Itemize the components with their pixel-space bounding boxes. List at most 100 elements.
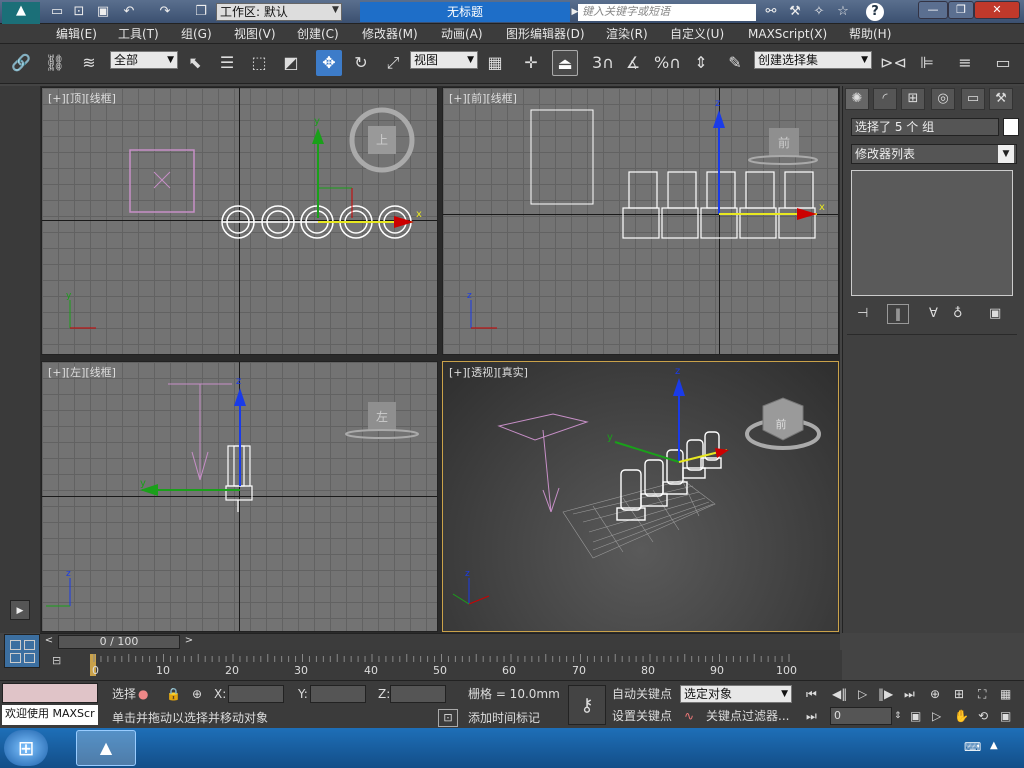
selection-name-field[interactable]: 选择了 5 个 组 xyxy=(851,118,999,136)
set-key-button[interactable]: 设置关键点 xyxy=(612,707,672,725)
layer-manager-icon[interactable]: ≡ xyxy=(952,50,978,76)
current-frame-field[interactable]: 0 xyxy=(830,707,892,725)
window-crossing-icon[interactable]: ◩ xyxy=(278,50,304,76)
add-time-tag-label[interactable]: 添加时间标记 xyxy=(468,709,540,727)
selection-filter-dropdown[interactable]: 全部 ▼ xyxy=(110,51,178,69)
select-and-rotate-icon[interactable]: ↻ xyxy=(348,50,374,76)
key-filters-icon[interactable]: ∿ xyxy=(684,707,694,725)
menu-edit[interactable]: 编辑(E) xyxy=(56,26,97,42)
new-file-icon[interactable]: ▭ xyxy=(48,3,66,21)
isolate-bulb-icon[interactable]: ● xyxy=(138,685,148,703)
go-to-end-icon[interactable]: ⏭ xyxy=(904,685,915,703)
remove-modifier-icon[interactable]: ♁ xyxy=(953,306,963,321)
maximize-viewport-icon[interactable]: ▣ xyxy=(1000,707,1011,725)
exchange-icon[interactable]: ✧ xyxy=(810,3,828,21)
add-time-tag-icon[interactable]: ⊡ xyxy=(438,709,458,727)
next-key-icon[interactable]: ‖▶ xyxy=(878,685,893,703)
zoom-region-icon[interactable]: ⛶ xyxy=(978,685,986,703)
help-icon[interactable]: ? xyxy=(866,3,884,21)
go-to-start-icon[interactable]: ⏮ xyxy=(806,685,817,703)
utilities-tab-icon[interactable]: ⚒ xyxy=(989,88,1013,110)
next-frame-icon[interactable]: > xyxy=(182,635,196,649)
viewport-left[interactable]: [+][左][线框] y z 左 z xyxy=(41,361,438,632)
redo-icon[interactable]: ↷ xyxy=(156,3,174,21)
pivot-center-icon[interactable]: ▦ xyxy=(482,50,508,76)
viewport-front[interactable]: [+][前][线框] x z 前 z xyxy=(442,87,839,355)
edit-named-selection-icon[interactable]: ✎ xyxy=(722,50,748,76)
mirror-icon[interactable]: ⊳⊲ xyxy=(880,50,907,76)
keyboard-tray-icon[interactable]: ⌨ xyxy=(964,740,981,754)
modifier-list-dropdown[interactable]: 修改器列表 ▼ xyxy=(851,144,1017,164)
play-expand-icon[interactable]: ▶ xyxy=(10,600,30,620)
play-icon[interactable]: ▷ xyxy=(858,685,867,703)
viewport-layout-icon[interactable] xyxy=(4,634,40,668)
make-unique-icon[interactable]: ∀ xyxy=(929,306,938,321)
viewcube-ring[interactable] xyxy=(345,429,419,439)
toggle-ribbon-icon[interactable]: ▭ xyxy=(990,50,1016,76)
viewport-top[interactable]: [+][顶][线框] x y 上 y xyxy=(41,87,438,355)
time-slider-thumb[interactable]: 0 / 100 xyxy=(58,635,180,649)
select-by-name-icon[interactable]: ☰ xyxy=(214,50,240,76)
key-filters-button[interactable]: 关键点过滤器... xyxy=(706,707,789,725)
track-bar[interactable]: ⊟ 0 10 20 30 40 50 60 70 80 90 100 xyxy=(0,634,842,680)
taskbar-3dsmax-icon[interactable]: ▲ xyxy=(76,730,136,766)
frame-spinner-icon[interactable]: ⇕ xyxy=(894,707,902,725)
reference-coordinate-dropdown[interactable]: 视图 ▼ xyxy=(410,51,478,69)
menu-create[interactable]: 创建(C) xyxy=(297,26,339,42)
spinner-snap-icon[interactable]: ⇕ xyxy=(688,50,714,76)
manipulate-icon[interactable]: ✛ xyxy=(518,50,544,76)
zoom-extents-all-icon[interactable]: ▦ xyxy=(1000,685,1011,703)
workspace-dropdown[interactable]: 工作区: 默认 xyxy=(216,3,342,21)
favorites-star-icon[interactable]: ☆ xyxy=(834,3,852,21)
modifier-stack[interactable] xyxy=(851,170,1013,296)
tray-expand-icon[interactable]: ▲ xyxy=(990,740,998,751)
zoom-all-icon[interactable]: ⊞ xyxy=(954,685,964,703)
start-button-icon[interactable]: ⊞ xyxy=(4,730,48,766)
save-icon[interactable]: ▣ xyxy=(94,3,112,21)
object-color-swatch[interactable] xyxy=(1003,118,1019,136)
select-and-scale-icon[interactable]: ⤢ xyxy=(380,50,406,76)
auto-key-button[interactable]: 自动关键点 xyxy=(612,685,672,703)
menu-animation[interactable]: 动画(A) xyxy=(441,26,483,42)
percent-snap-icon[interactable]: %∩ xyxy=(654,50,681,76)
menu-rendering[interactable]: 渲染(R) xyxy=(606,26,648,42)
binoculars-icon[interactable]: ⚯ xyxy=(762,3,780,21)
pan-hand-icon[interactable]: ✋ xyxy=(954,707,969,725)
undo-icon[interactable]: ↶ xyxy=(120,3,138,21)
menu-modifiers[interactable]: 修改器(M) xyxy=(362,26,418,42)
viewport-perspective[interactable]: [+][透视][真实] y z 前 z xyxy=(442,361,839,632)
maxscript-input[interactable]: 欢迎使用 MAXScr xyxy=(2,705,98,725)
configure-modifier-sets-icon[interactable]: ▣ xyxy=(989,306,1001,321)
set-key-icon[interactable]: ⚷ xyxy=(568,685,606,725)
create-tab-icon[interactable]: ✺ xyxy=(845,88,869,110)
maxscript-listener-mini[interactable] xyxy=(2,683,98,703)
modify-tab-icon[interactable]: ◜ xyxy=(873,88,897,110)
bind-space-warp-icon[interactable]: ≋ xyxy=(76,50,102,76)
absolute-mode-icon[interactable]: ⊕ xyxy=(192,685,202,703)
menu-graph-editors[interactable]: 图形编辑器(D) xyxy=(506,26,585,42)
hierarchy-tab-icon[interactable]: ⊞ xyxy=(901,88,925,110)
menu-group[interactable]: 组(G) xyxy=(181,26,212,42)
rect-selection-icon[interactable]: ⬚ xyxy=(246,50,272,76)
search-input[interactable]: 键入关键字或短语 xyxy=(578,4,756,21)
z-coord-field[interactable] xyxy=(390,685,446,703)
app-logo-icon[interactable]: ▲ xyxy=(2,2,40,24)
field-of-view-icon[interactable]: ▷ xyxy=(932,707,941,725)
selection-lock-icon[interactable]: 🔒 xyxy=(166,685,181,703)
display-tab-icon[interactable]: ▭ xyxy=(961,88,985,110)
show-end-result-icon[interactable]: ‖ xyxy=(887,304,909,324)
minimize-button[interactable]: — xyxy=(918,1,948,19)
previous-key-icon[interactable]: ◀‖ xyxy=(832,685,847,703)
open-file-icon[interactable]: ⊡ xyxy=(70,3,88,21)
named-selection-set-dropdown[interactable]: 创建选择集 ▼ xyxy=(754,51,872,69)
unlink-icon[interactable]: ⛓ xyxy=(42,50,68,76)
viewcube-ring[interactable] xyxy=(748,155,818,165)
menu-customize[interactable]: 自定义(U) xyxy=(670,26,724,42)
prev-frame-icon[interactable]: < xyxy=(42,635,56,649)
y-coord-field[interactable] xyxy=(310,685,366,703)
close-button[interactable]: ✕ xyxy=(974,1,1020,19)
link-icon[interactable]: 🔗 xyxy=(8,50,34,76)
time-slider[interactable]: < 0 / 100 > xyxy=(40,633,840,650)
align-icon[interactable]: ⊫ xyxy=(914,50,940,76)
tools-icon[interactable]: ⚒ xyxy=(786,3,804,21)
